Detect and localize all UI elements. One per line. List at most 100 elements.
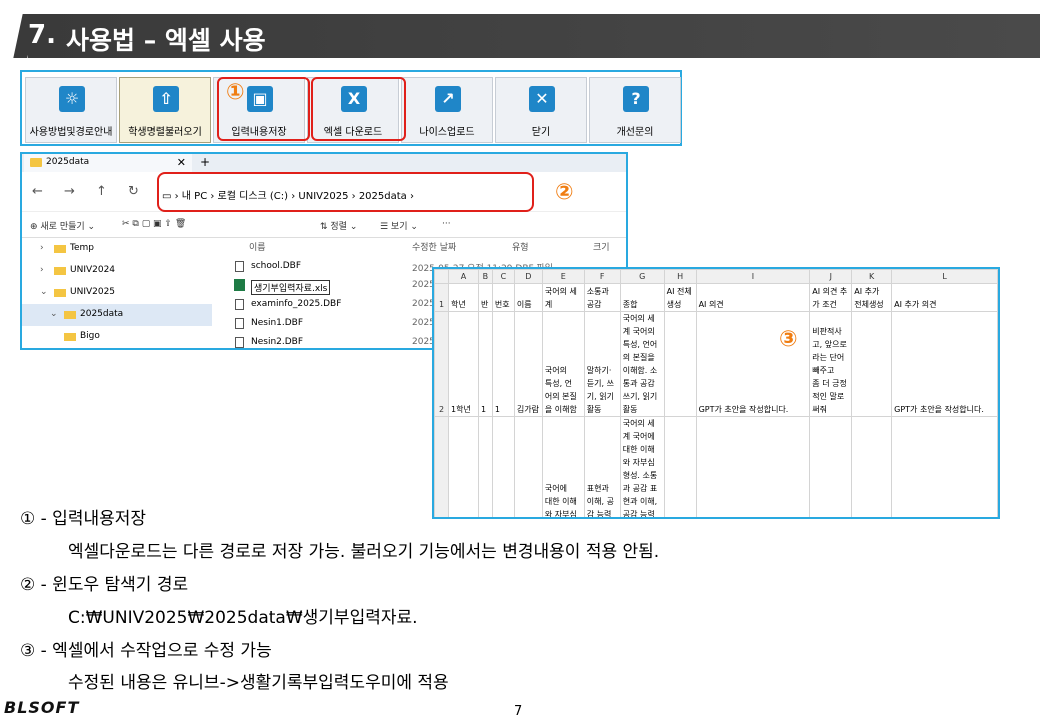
sheet-cell[interactable]: 소통과 공감 <box>583 283 621 312</box>
sheet-cell[interactable]: AI 전체 생성 <box>663 283 697 312</box>
tree-item[interactable]: ⌄ 2025data <box>22 304 212 326</box>
sheet-cell[interactable]: 1학년 <box>447 416 479 517</box>
chevron-icon[interactable]: ⌄ <box>50 309 58 319</box>
sheet-cell[interactable]: 학년 <box>447 283 479 312</box>
sheet-cell[interactable]: 국어의 세 계 국어에 대한 이해 와 자부심 형성. 소통 과 공감 표 현과… <box>619 416 665 517</box>
sheet-cell[interactable]: 종합 <box>619 283 665 312</box>
col-size[interactable]: 크기 <box>593 240 610 253</box>
tree-item[interactable]: › UNIV2024 <box>22 260 212 282</box>
chevron-icon[interactable]: ⌄ <box>40 287 48 297</box>
note-1-body: 엑셀다운로드는 다른 경로로 저장 가능. 불러오기 기능에서는 변경내용이 적… <box>68 542 660 562</box>
toolbar-button-label: 개선문의 <box>616 127 654 138</box>
tree-item[interactable]: ⌄ UNIV2025 <box>22 282 212 304</box>
sheet-cell[interactable]: E <box>541 269 585 284</box>
sheet-cell[interactable]: L <box>891 269 998 284</box>
sheet-cell[interactable]: GPT가 초안을 작성합니다. <box>891 311 998 417</box>
tree-item[interactable]: › Temp <box>22 238 212 260</box>
sheet-cell[interactable]: 말하기· 듣기, 쓰 기, 읽기 활동 <box>583 311 621 417</box>
file-name: Nesin1.DBF <box>251 318 304 328</box>
sheet-cell[interactable]: D <box>513 269 543 284</box>
sheet-row: 31학년12김001국어에 대한 이해 와 자부심 형성표현과 이해, 공 감 … <box>434 416 998 517</box>
col-date[interactable]: 수정한 날짜 <box>412 240 456 253</box>
folder-icon <box>30 158 42 167</box>
sheet-cell[interactable] <box>851 416 893 517</box>
chevron-icon[interactable]: › <box>40 265 44 275</box>
sheet-cell[interactable]: F <box>583 269 621 284</box>
sheet-cell[interactable]: K <box>851 269 893 284</box>
sheet-cell[interactable] <box>891 416 998 517</box>
help-icon: ? <box>623 86 649 112</box>
sheet-cell[interactable]: 표현과 이해, 공 감 능력 신장 <box>583 416 621 517</box>
sheet-cell[interactable]: AI 의견 <box>695 283 811 312</box>
new-tab-button[interactable]: + <box>200 155 210 169</box>
sheet-cell[interactable] <box>851 311 893 417</box>
sheet-cell[interactable]: H <box>663 269 697 284</box>
sort-button[interactable]: ⇅ 정렬 ⌄ <box>320 219 357 232</box>
upload-button[interactable]: ⇧ 학생명렬불러오기 <box>119 77 211 143</box>
file-icon <box>235 299 244 310</box>
sheet-cell[interactable] <box>809 416 853 517</box>
sheet-cell[interactable]: J <box>809 269 853 284</box>
sheet-cell[interactable] <box>663 416 697 517</box>
slide-header: 7. 사용법 – 엑셀 사용 <box>0 14 1040 58</box>
row-header[interactable] <box>434 269 449 284</box>
row-header[interactable]: 2 <box>434 311 449 417</box>
sheet-cell[interactable]: 1 <box>477 311 493 417</box>
sheet-cell[interactable]: B <box>477 269 493 284</box>
close-button[interactable]: ✕ 닫기 <box>495 77 587 143</box>
sheet-cell[interactable]: C <box>491 269 515 284</box>
sheet-cell[interactable]: 국어의 세 계 국어의 특성, 언어 의 본질을 이해함. 소 통과 공감 쓰기… <box>619 311 665 417</box>
sheet-cell[interactable]: 국어의 특성, 언 어의 본질 을 이해함 <box>541 311 585 417</box>
tab-2025data[interactable]: 2025data ✕ <box>24 154 192 172</box>
edit-icons[interactable]: ✂ ⧉ ▢ ▣ ⇪ 🗑 <box>122 219 186 229</box>
sheet-cell[interactable]: 반 <box>477 283 493 312</box>
sheet-cell[interactable]: 번호 <box>491 283 515 312</box>
row-header[interactable]: 1 <box>434 283 449 312</box>
sheet-cell[interactable]: 국어의 세 계 <box>541 283 585 312</box>
sheet-cell[interactable]: 국어에 대한 이해 와 자부심 형성 <box>541 416 585 517</box>
view-button[interactable]: ☰ 보기 ⌄ <box>380 219 418 232</box>
sheet-row: ABCDEFGHIJKL <box>434 269 998 284</box>
tree-item[interactable]: Bigo <box>22 326 212 348</box>
sheet-cell[interactable]: AI 추가 의견 <box>891 283 998 312</box>
help-button[interactable]: ? 개선문의 <box>589 77 681 143</box>
marker-three: ③ <box>779 327 798 352</box>
sheet-cell[interactable] <box>663 311 697 417</box>
back-icon[interactable]: ← <box>32 184 43 199</box>
sheet-cell[interactable]: 1학년 <box>447 311 479 417</box>
sheet-cell[interactable]: 비판적사 고, 앞으로 라는 단어 빼주고 좀 더 긍정 적인 말로 써줘 <box>809 311 853 417</box>
tree-item-label: Temp <box>70 243 94 253</box>
sheet-cell[interactable]: AI 추가 전체생성 <box>851 283 893 312</box>
new-button[interactable]: ⊕ 새로 만들기 ⌄ <box>30 219 95 232</box>
sheet-cell[interactable]: 1 <box>491 311 515 417</box>
row-header[interactable]: 3 <box>434 416 449 517</box>
note-2-body: C:₩UNIV2025₩2025data₩생기부입력자료. <box>68 608 418 628</box>
export-button[interactable]: ↗ 나이스업로드 <box>401 77 493 143</box>
close-tab-icon[interactable]: ✕ <box>177 156 186 169</box>
sheet-cell[interactable]: 이름 <box>513 283 543 312</box>
note-3-head: ③ - 엑셀에서 수작업으로 수정 가능 <box>20 641 272 661</box>
sheet-cell[interactable]: 2 <box>491 416 515 517</box>
sheet-cell[interactable]: A <box>447 269 479 284</box>
folder-icon <box>54 289 66 297</box>
col-type[interactable]: 유형 <box>512 240 529 253</box>
lightbulb-button[interactable]: ☼ 사용방법및경로안내 <box>25 77 117 143</box>
tree-item-label: 2025data <box>80 309 124 319</box>
sheet-cell[interactable]: G <box>619 269 665 284</box>
more-button[interactable]: ··· <box>442 219 451 229</box>
up-icon[interactable]: ↑ <box>96 184 107 199</box>
folder-icon <box>54 267 66 275</box>
toolbar-button-label: 닫기 <box>531 127 551 138</box>
chevron-icon[interactable]: › <box>40 243 44 253</box>
file-name: Nesin2.DBF <box>251 337 304 347</box>
sheet-cell[interactable]: GPT가 초안을 작성합니다. <box>695 416 811 517</box>
sheet-cell[interactable]: 김001 <box>513 416 543 517</box>
sheet-cell[interactable]: AI 의견 추 가 조건 <box>809 283 853 312</box>
col-name[interactable]: 이름 <box>249 240 266 253</box>
forward-icon[interactable]: → <box>64 184 75 199</box>
sheet-cell[interactable]: 1 <box>477 416 493 517</box>
note-3-body: 수정된 내용은 유니브->생활기록부입력도우미에 적용 <box>68 673 449 693</box>
sheet-cell[interactable]: 김가람 <box>513 311 543 417</box>
sheet-cell[interactable]: I <box>695 269 811 284</box>
refresh-icon[interactable]: ↻ <box>128 184 139 199</box>
